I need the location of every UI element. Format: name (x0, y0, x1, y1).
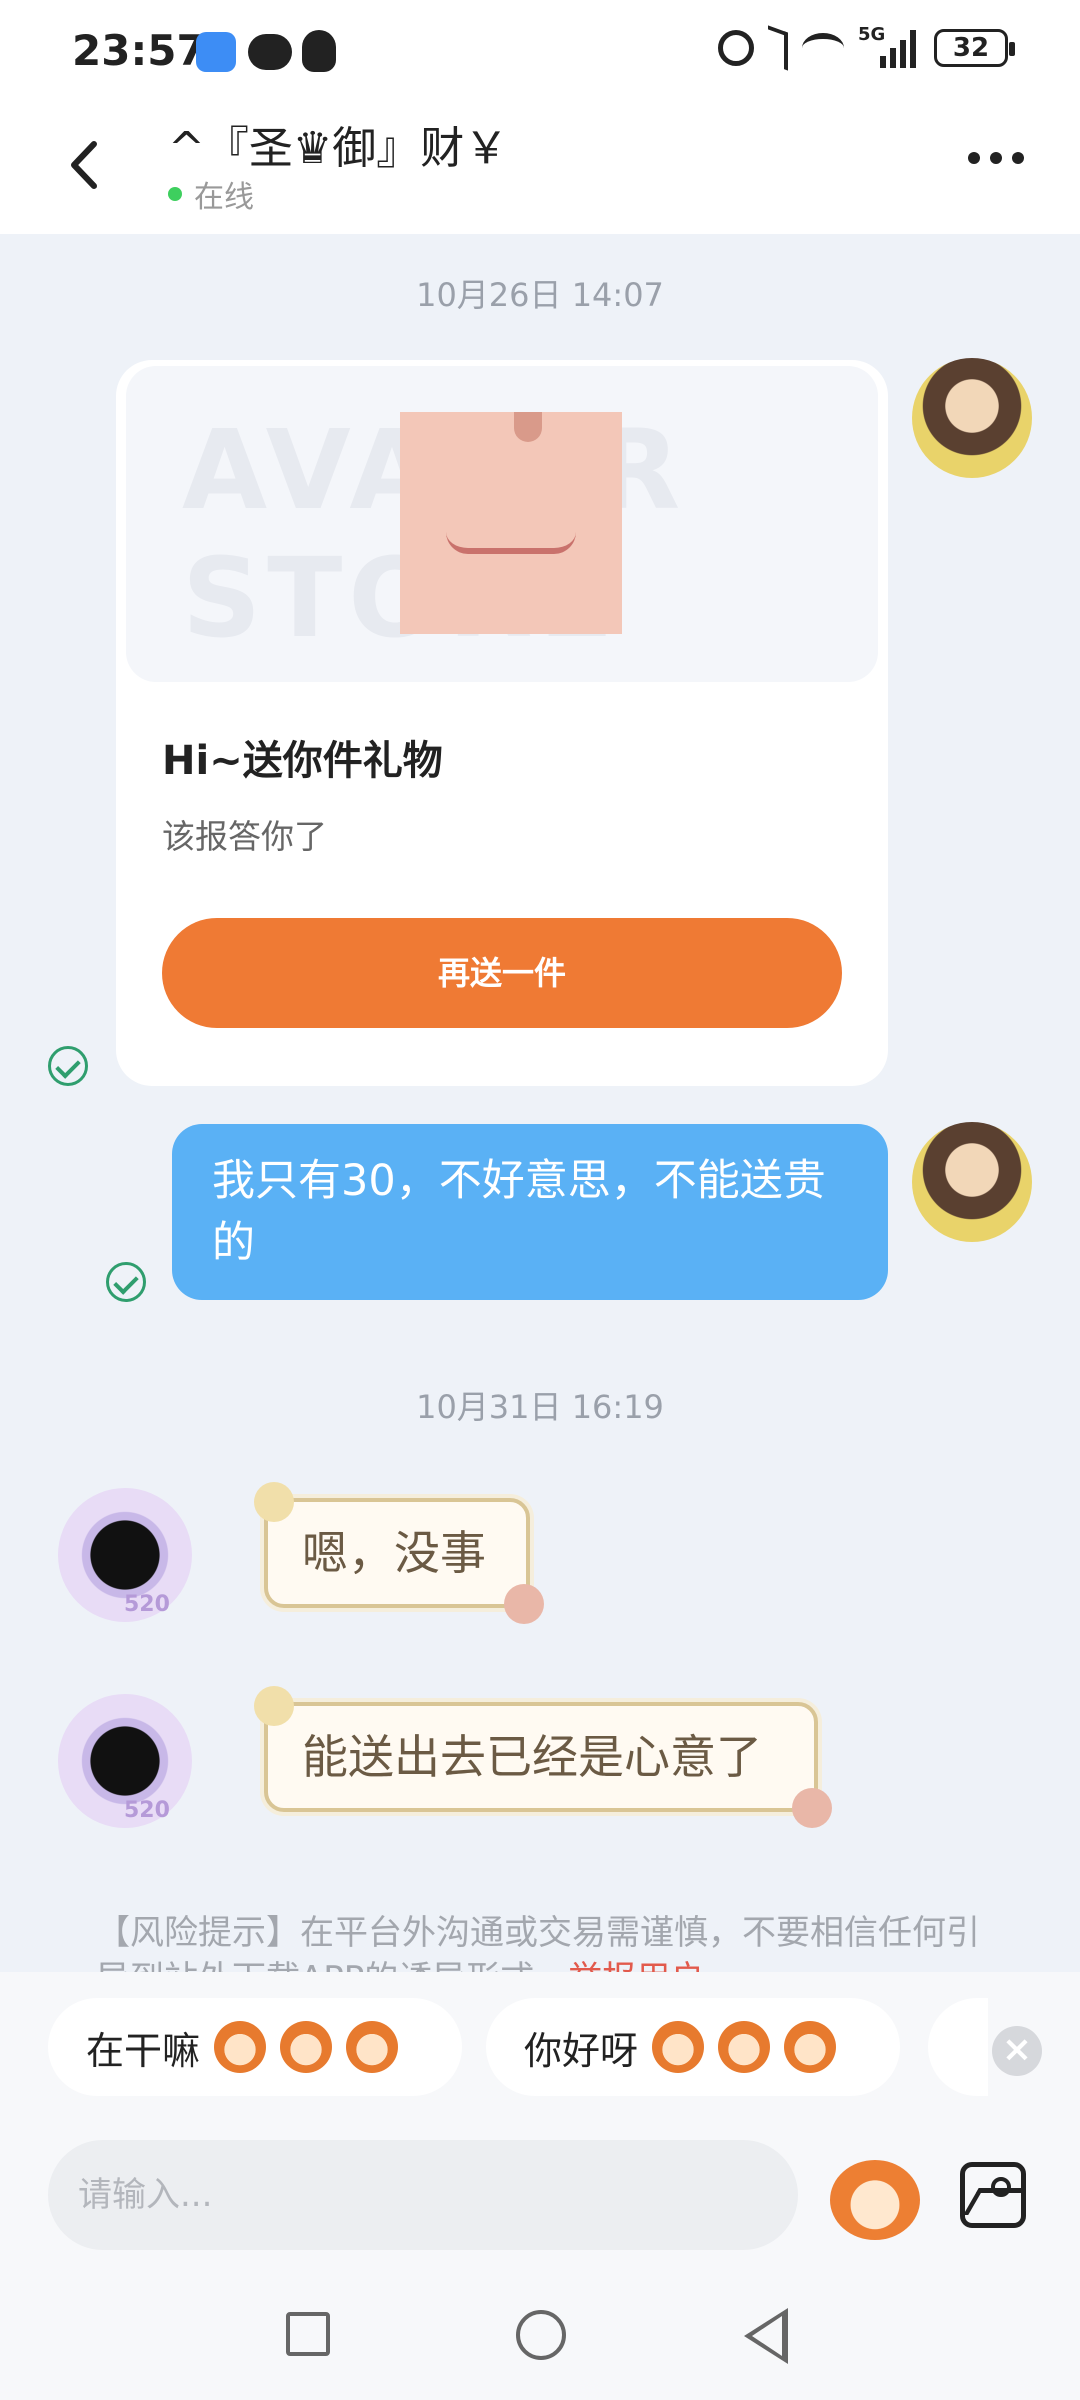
read-check-icon (48, 1046, 88, 1086)
system-back-button[interactable] (744, 2308, 788, 2364)
system-nav-bar (0, 2272, 1080, 2400)
contact-avatar[interactable]: 520 (58, 1488, 192, 1622)
contact-avatar[interactable]: 520 (58, 1694, 192, 1828)
close-quick-replies-button[interactable]: × (992, 2026, 1042, 2076)
monkey-emoji-icon (214, 2021, 267, 2073)
gift-image-area: AVATAR STORE (126, 366, 878, 682)
quick-reply-chip[interactable]: 在干嘛 (48, 1998, 462, 2096)
bubble-decoration-icon (792, 1788, 832, 1828)
received-message-bubble[interactable]: 能送出去已经是心意了 (254, 1686, 832, 1828)
message-timestamp: 10月31日 16:19 (416, 1388, 664, 1426)
gift-title: Hi~送你件礼物 (162, 738, 443, 784)
chevron-left-icon (71, 141, 97, 189)
quick-reply-chip[interactable]: 你好呀 (486, 1998, 900, 2096)
more-dot-icon (1012, 152, 1024, 164)
message-input[interactable] (48, 2140, 798, 2250)
online-status-label: 在线 (194, 180, 254, 215)
emoji-button[interactable] (830, 2160, 920, 2240)
bubble-decoration-icon (254, 1686, 294, 1726)
battery-indicator: 32 (934, 29, 1015, 67)
wechat-icon (248, 34, 292, 70)
bubble-decoration-icon (254, 1482, 294, 1522)
gift-card[interactable]: AVATAR STORE Hi~送你件礼物 该报答你了 再送一件 (116, 360, 888, 1086)
read-check-icon (106, 1262, 146, 1302)
alarm-icon (718, 30, 754, 66)
monkey-emoji-icon (280, 2021, 333, 2073)
image-picker-button[interactable] (960, 2162, 1026, 2228)
received-message-bubble[interactable]: 嗯，没事 (254, 1482, 544, 1624)
monkey-emoji-icon (652, 2021, 705, 2073)
monkey-emoji-icon (718, 2021, 771, 2073)
avatar-frame-badge: 520 (124, 1798, 170, 1823)
monkey-emoji-icon (784, 2021, 837, 2073)
chat-header: ^『圣♛御』财￥ 在线 (0, 100, 1080, 234)
recent-apps-button[interactable] (286, 2312, 330, 2356)
gift-image[interactable] (400, 412, 622, 634)
status-time: 23:57 (72, 26, 206, 75)
signal-icon: 5G (858, 24, 920, 68)
received-message-text: 嗯，没事 (302, 1526, 486, 1580)
avatar-frame-badge: 520 (124, 1592, 170, 1617)
bluetooth-icon (768, 25, 788, 71)
risk-notice: 【风险提示】在平台外沟通或交易需谨慎，不要相信任何引导到站外下载APP的诱导形式… (96, 1910, 996, 1976)
quick-reply-label: 你好呀 (524, 2028, 639, 2073)
wifi-icon (802, 33, 844, 63)
quick-reply-label: 在干嘛 (86, 2028, 201, 2073)
received-message-text: 能送出去已经是心意了 (302, 1730, 762, 1784)
quick-reply-chip[interactable] (928, 1998, 988, 2096)
my-avatar[interactable] (912, 1122, 1032, 1242)
bubble-decoration-icon (504, 1584, 544, 1624)
qq-icon (302, 30, 336, 72)
status-bar: 23:57 5G 32 (0, 0, 1080, 100)
risk-notice-text: 【风险提示】在平台外沟通或交易需谨慎，不要相信任何引导到站外下载APP的诱导形式… (96, 1913, 980, 1976)
my-message-bubble[interactable]: 我只有30，不好意思，不能送贵的 (172, 1124, 888, 1300)
more-dot-icon (990, 152, 1002, 164)
online-status: 在线 (168, 172, 254, 216)
bottom-panel: 在干嘛 你好呀 × (0, 1972, 1080, 2400)
network-label: 5G (858, 24, 886, 45)
monkey-emoji-icon (346, 2021, 399, 2073)
online-dot-icon (168, 187, 182, 201)
home-button[interactable] (516, 2310, 566, 2360)
honor-app-icon (196, 32, 236, 72)
contact-name[interactable]: ^『圣♛御』财￥ (168, 112, 508, 176)
more-dot-icon (968, 152, 980, 164)
gift-subtitle: 该报答你了 (162, 817, 327, 856)
message-timestamp: 10月26日 14:07 (416, 276, 664, 314)
send-again-button[interactable]: 再送一件 (162, 918, 842, 1028)
more-options-button[interactable] (968, 152, 1024, 164)
my-avatar[interactable] (912, 358, 1032, 478)
back-button[interactable] (56, 130, 116, 200)
